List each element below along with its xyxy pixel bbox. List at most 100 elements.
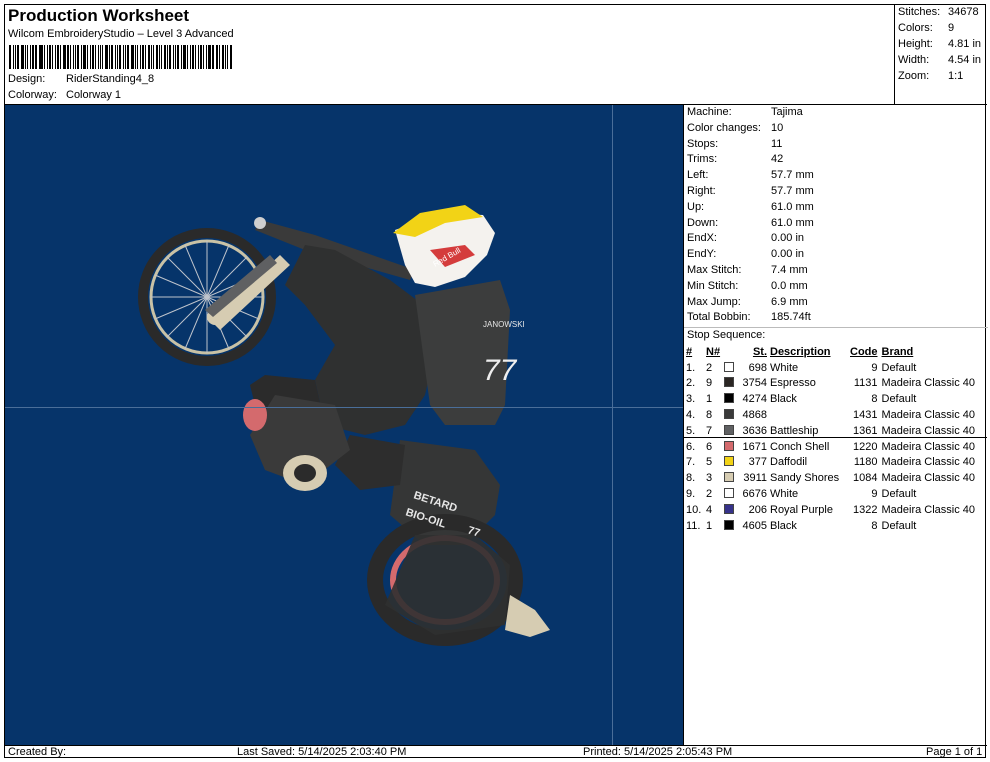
table-row: 6. 6 1671 Conch Shell 1220 Madeira Classic 40: [686, 439, 975, 455]
barcode-bar: [150, 45, 152, 69]
design-row: Design: RiderStanding4_8: [8, 73, 154, 85]
barcode-bar: [91, 45, 94, 69]
color-description: Royal Purple: [770, 503, 833, 516]
needle-number: 3: [706, 472, 713, 485]
barcode-bar: [130, 45, 134, 69]
stitches-row: Stitches: 34678: [898, 6, 986, 18]
barcode-bar: [117, 45, 119, 69]
barcode-bar: [205, 45, 207, 69]
barcode-bar: [49, 45, 52, 69]
color-swatch-cell: [724, 391, 738, 407]
row-index: 11.: [686, 519, 701, 532]
row-index: 1.: [686, 361, 696, 374]
rider-name-text: JANOWSKI: [483, 320, 525, 329]
barcode-bar: [123, 45, 125, 69]
machine-info-label: EndX:: [687, 232, 717, 245]
barcode-bar: [230, 45, 233, 69]
colorway-row: Colorway: Colorway 1: [8, 89, 121, 101]
barcode-bar: [76, 45, 79, 69]
color-swatch: [724, 503, 734, 514]
barcode-bar: [119, 45, 122, 69]
thread-brand: Madeira Classic 40: [881, 409, 976, 422]
table-row: 1. 2 698 White 9 Default: [686, 360, 975, 376]
color-swatch: [724, 409, 734, 420]
worksheet: Production Worksheet Wilcom EmbroiderySt…: [4, 4, 988, 758]
barcode-bar: [80, 45, 82, 69]
barcode-bar: [20, 45, 24, 69]
color-swatch-cell: [724, 486, 738, 502]
page-title: Production Worksheet: [8, 6, 190, 25]
zoom-label: Zoom:: [898, 70, 930, 82]
barcode-bar: [161, 45, 163, 69]
barcode-bar: [173, 45, 175, 69]
barcode-bar: [9, 45, 11, 69]
color-swatch-cell: [724, 407, 738, 423]
guide-line-vertical: [612, 105, 613, 745]
machine-info-value: 7.4 mm: [771, 264, 808, 276]
needle-number: 6: [706, 440, 713, 453]
barcode-bar: [155, 45, 159, 69]
table-header: # N# St. Description Code Brand: [686, 344, 975, 360]
color-swatch: [724, 488, 734, 499]
machine-info-row: Right: 57.7 mm: [687, 185, 814, 197]
row-index: 4.: [686, 409, 696, 422]
barcode-bar: [89, 45, 91, 69]
barcode-bar: [225, 45, 227, 69]
machine-info-row: Left: 57.7 mm: [687, 169, 814, 181]
needle-number: 8: [706, 409, 713, 422]
barcode-bar: [16, 45, 19, 69]
table-row: 3. 1 4274 Black 8 Default: [686, 391, 975, 407]
stitch-count: 698: [748, 361, 767, 374]
barcode-bar: [72, 45, 74, 69]
colorway-value: Colorway 1: [66, 89, 122, 101]
color-swatch-cell: [724, 455, 738, 471]
col-header-swatch: [724, 344, 738, 360]
color-swatch: [724, 472, 734, 483]
machine-info-label: Down:: [687, 216, 719, 229]
software-name: Wilcom EmbroideryStudio – Level 3 Advanc…: [8, 28, 234, 40]
thread-brand: Default: [881, 519, 917, 532]
barcode-bar: [175, 45, 177, 69]
machine-info-row: Max Stitch: 7.4 mm: [687, 264, 808, 276]
barcode-bar: [211, 45, 214, 69]
barcode-bar: [159, 45, 161, 69]
barcode-bar: [31, 45, 34, 69]
stitch-count: 3754: [742, 377, 767, 390]
row-index: 2.: [686, 377, 696, 390]
machine-info-value: 61.0 mm: [771, 200, 814, 213]
stitch-count: 206: [748, 503, 767, 516]
color-swatch: [724, 519, 734, 530]
barcode-bar: [94, 45, 97, 69]
row-index: 7.: [686, 456, 696, 469]
printed: Printed: 5/14/2025 2:05:43 PM: [583, 746, 733, 758]
machine-info-label: Color changes:: [687, 121, 761, 134]
stitch-count: 3911: [743, 472, 767, 485]
machine-info-value: 10: [771, 121, 784, 134]
barcode-bar: [181, 45, 183, 69]
stop-sequence-table: # N# St. Description Code Brand 1. 2 698 Wh…: [686, 344, 975, 534]
col-header-st: St.: [752, 345, 767, 358]
barcode: [9, 45, 233, 69]
barcode-bar: [219, 45, 221, 69]
table-row: 7. 5 377 Daffodil 1180 Madeira Classic 40: [686, 455, 975, 471]
color-swatch: [724, 440, 734, 451]
barcode-bar: [139, 45, 141, 69]
barcode-bar: [169, 45, 172, 69]
machine-info-label: Min Stitch:: [687, 279, 739, 292]
color-swatch: [724, 377, 734, 388]
stitch-count: 4274: [742, 393, 767, 406]
barcode-bar: [152, 45, 154, 69]
barcode-bar: [189, 45, 191, 69]
table-row: 8. 3 3911 Sandy Shores 1084 Madeira Classic 4…: [686, 470, 975, 486]
table-end-line: [683, 437, 987, 438]
row-index: 3.: [686, 393, 696, 406]
machine-info-value: 57.7 mm: [771, 169, 814, 182]
machine-info-row: EndY: 0.00 in: [687, 248, 804, 260]
color-code: 8: [871, 393, 878, 406]
machine-info-label: Right:: [687, 185, 716, 197]
machine-info-value: 0.00 in: [771, 248, 805, 261]
machine-info-label: Stops:: [687, 137, 719, 150]
barcode-bar: [98, 45, 100, 69]
barcode-bar: [164, 45, 167, 69]
needle-number: 1: [706, 519, 713, 532]
